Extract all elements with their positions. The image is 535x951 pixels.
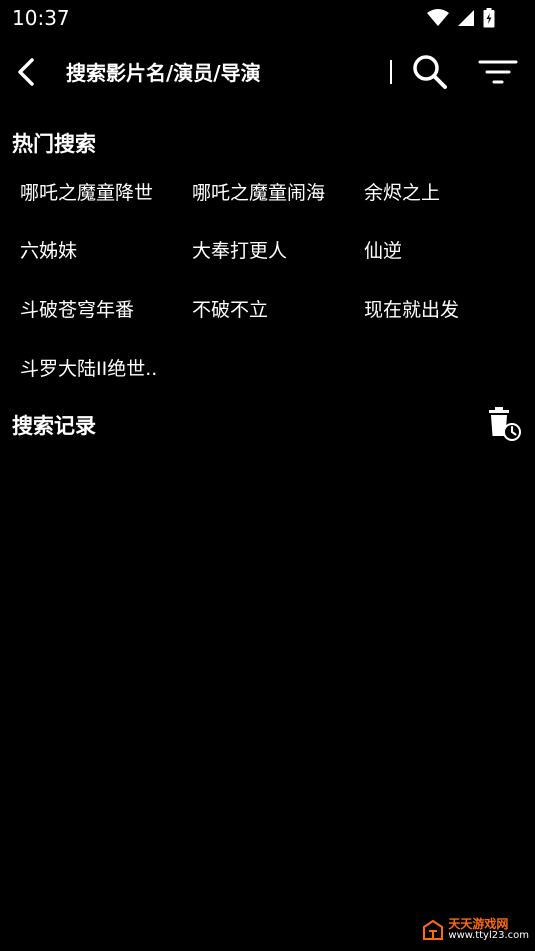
hot-search-item[interactable]: 哪吒之魔童闹海 [192, 178, 342, 205]
hot-search-item[interactable]: 斗罗大陆II绝世.. [20, 354, 170, 381]
watermark-text: 天天游戏网 www.ttyl23.com [448, 917, 529, 941]
search-button[interactable] [410, 52, 450, 92]
watermark-url: www.ttyl23.com [448, 930, 529, 941]
back-button[interactable] [10, 54, 46, 90]
text-cursor [390, 60, 392, 84]
watermark: 天天游戏网 www.ttyl23.com [422, 917, 529, 941]
hot-search-item[interactable]: 余烬之上 [364, 178, 514, 205]
filter-button[interactable] [476, 52, 520, 92]
search-icon [413, 55, 447, 89]
back-arrow-icon [18, 58, 34, 86]
battery-icon [483, 8, 495, 28]
status-time: 10:37 [12, 6, 70, 30]
delete-history-icon [489, 407, 521, 441]
watermark-title: 天天游戏网 [448, 917, 509, 931]
search-header [0, 46, 535, 100]
signal-icon [458, 10, 474, 26]
search-input[interactable] [66, 58, 376, 88]
hot-search-item[interactable]: 不破不立 [192, 295, 342, 322]
search-history-title: 搜索记录 [12, 414, 96, 438]
status-bar: 10:37 [0, 0, 535, 36]
watermark-logo-icon [423, 919, 444, 940]
hot-search-item[interactable]: 六姊妹 [20, 236, 170, 263]
status-icons [427, 8, 495, 28]
filter-icon [478, 60, 518, 84]
clear-history-button[interactable] [486, 406, 524, 444]
hot-search-item[interactable]: 斗破苍穹年番 [20, 295, 170, 322]
wifi-icon [427, 9, 449, 26]
hot-search-item[interactable]: 仙逆 [364, 236, 514, 263]
hot-search-title: 热门搜索 [12, 132, 96, 156]
hot-search-item[interactable]: 哪吒之魔童降世 [20, 178, 170, 205]
hot-search-item[interactable]: 现在就出发 [364, 295, 514, 322]
hot-search-item[interactable]: 大奉打更人 [192, 236, 342, 263]
